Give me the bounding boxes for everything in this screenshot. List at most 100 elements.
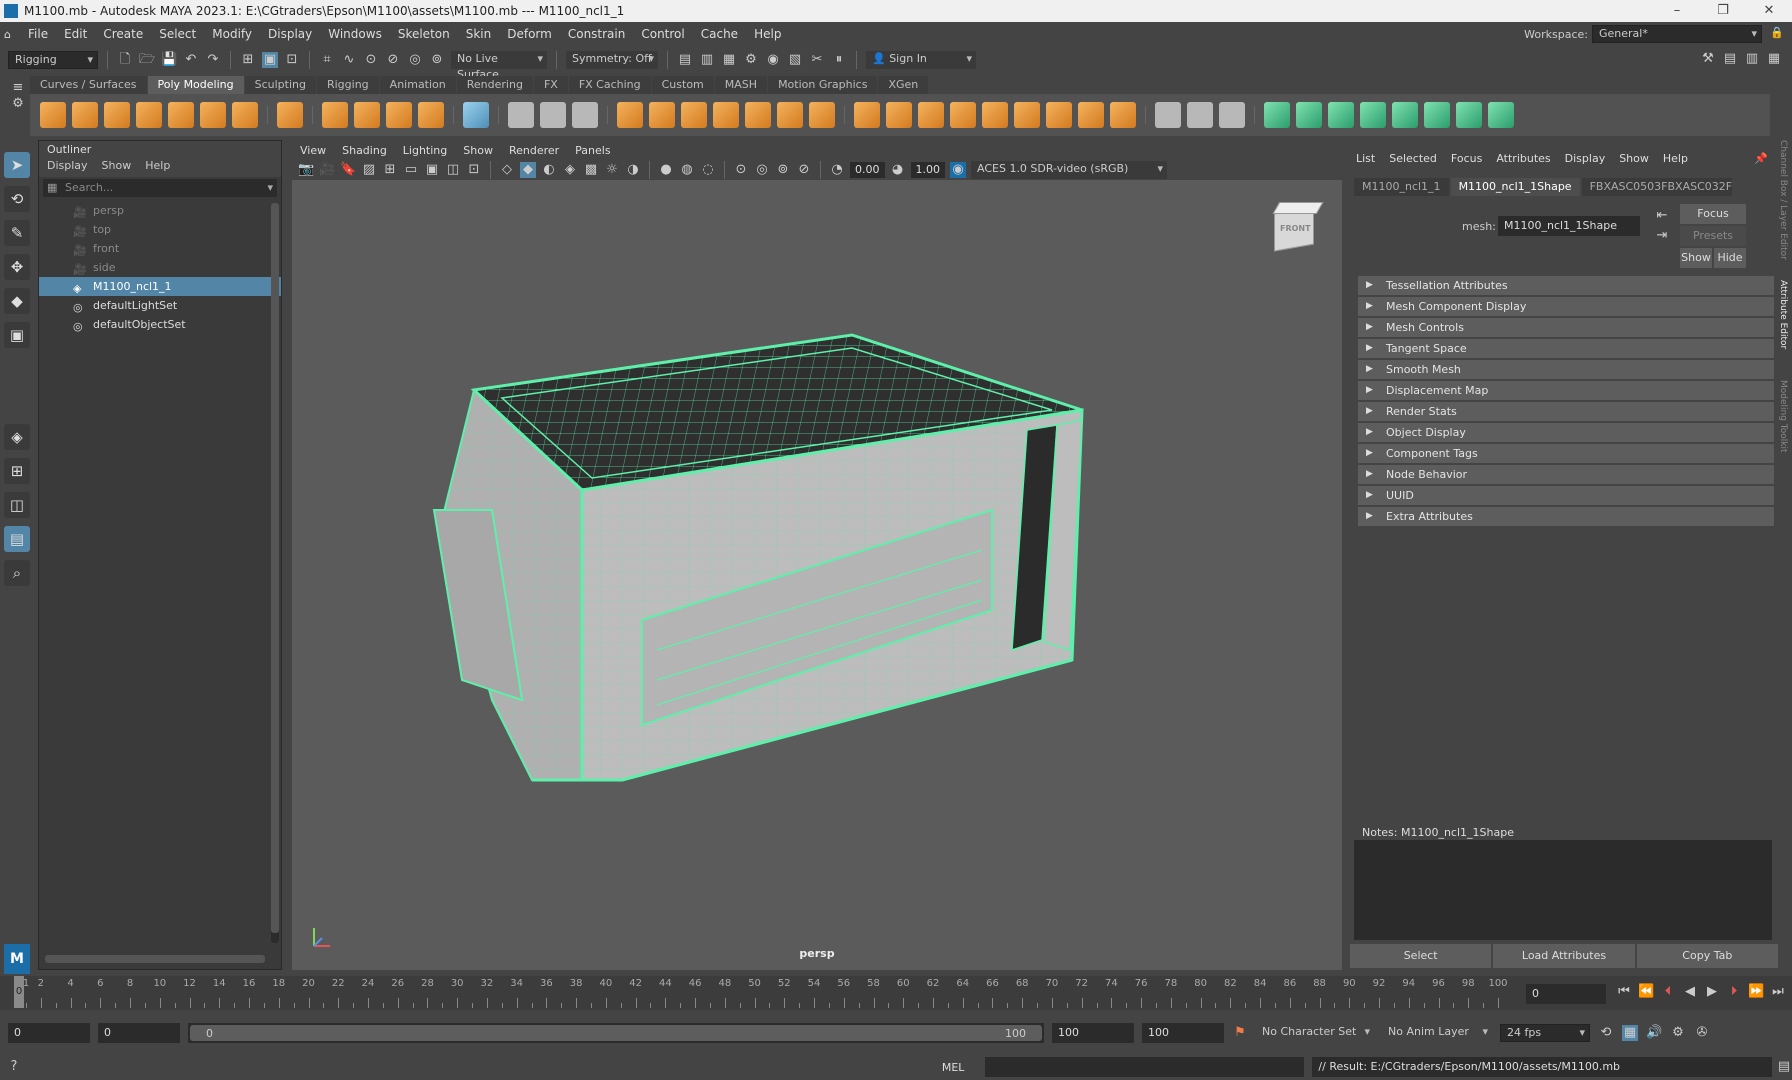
colorspace-dropdown[interactable]: ACES 1.0 SDR-video (sRGB)	[971, 161, 1167, 179]
boolean-intersect-icon[interactable]	[681, 102, 707, 128]
sound-icon[interactable]: 🔊	[1646, 1025, 1662, 1041]
ae-section-render-stats[interactable]: Render Stats	[1358, 402, 1774, 421]
step-forward-icon[interactable]: ⏵	[1726, 984, 1742, 1000]
sign-in-button[interactable]: 👤 Sign In	[866, 51, 976, 69]
poly-sphere-icon[interactable]	[40, 102, 66, 128]
shelf-tab-rendering[interactable]: Rendering	[456, 76, 533, 94]
copy-tab-button[interactable]: Copy Tab	[1636, 944, 1778, 968]
focus-button[interactable]: Focus	[1680, 204, 1746, 224]
ambient-occlusion-icon[interactable]: ●	[658, 162, 674, 178]
snap-grid-icon[interactable]: ⌗	[319, 52, 335, 68]
platonic-solid-icon[interactable]	[277, 102, 303, 128]
shelf-tab-custom[interactable]: Custom	[651, 76, 714, 94]
ae-section-mesh-controls[interactable]: Mesh Controls	[1358, 318, 1774, 337]
render-settings-icon[interactable]: ⚙	[743, 52, 759, 68]
step-forward-key-icon[interactable]: ⏩	[1748, 984, 1764, 1000]
retopo-icon[interactable]	[809, 102, 835, 128]
minimize-button[interactable]: –	[1654, 0, 1700, 22]
auto-key-icon[interactable]: ⚑	[1232, 1025, 1248, 1041]
resolution-gate-icon[interactable]: ▣	[424, 162, 440, 178]
menu-skeleton[interactable]: Skeleton	[390, 27, 458, 41]
select-hierarchy-icon[interactable]: ⊞	[240, 52, 256, 68]
outliner-scrollbar[interactable]	[271, 203, 279, 943]
ae-section-smooth-mesh[interactable]: Smooth Mesh	[1358, 360, 1774, 379]
script-editor-icon[interactable]: ▤	[1776, 1059, 1792, 1075]
two-view-icon[interactable]: ◫	[4, 492, 30, 518]
outliner-item[interactable]: ◎ defaultObjectSet	[39, 315, 281, 334]
viewport-3d[interactable]: FRONT persp	[292, 180, 1342, 970]
viewport-menu-renderer[interactable]: Renderer	[509, 142, 559, 160]
pause-viewport-icon[interactable]: ⏸	[831, 52, 847, 68]
ae-menu-focus[interactable]: Focus	[1451, 150, 1482, 168]
shelf-tab-mash[interactable]: MASH	[714, 76, 768, 94]
shelf-tab-motion-graphics[interactable]: Motion Graphics	[768, 76, 878, 94]
symmetry-dropdown[interactable]: Symmetry: Off	[566, 51, 658, 69]
viewport-menu-view[interactable]: View	[300, 142, 326, 160]
script-language-label[interactable]: MEL	[942, 1061, 986, 1074]
viewport-menu-panels[interactable]: Panels	[575, 142, 610, 160]
gate-mask-icon[interactable]: ◫	[445, 162, 461, 178]
shadows-icon[interactable]: ◑	[625, 162, 641, 178]
ae-tab[interactable]: FBXASC0503FBXASC032FBXASC045FE	[1581, 178, 1732, 196]
lasso-tool-icon[interactable]: ⟲	[4, 186, 30, 212]
merge-icon[interactable]	[1110, 102, 1136, 128]
shelf-tab-xgen[interactable]: XGen	[878, 76, 929, 94]
snap-curve-icon[interactable]: ∿	[341, 52, 357, 68]
step-back-key-icon[interactable]: ⏪	[1638, 984, 1654, 1000]
boolean-diff-icon[interactable]	[649, 102, 675, 128]
conform-icon[interactable]	[1360, 102, 1386, 128]
outliner-item[interactable]: ◎ defaultLightSet	[39, 296, 281, 315]
range-inner-start-field[interactable]: 0	[98, 1023, 180, 1043]
render-setup-icon[interactable]: ▧	[787, 52, 803, 68]
play-back-icon[interactable]: ◀	[1682, 984, 1698, 1000]
snap-live-icon[interactable]: ⊚	[429, 52, 445, 68]
command-input[interactable]	[985, 1057, 1305, 1077]
shelf-tab-animation[interactable]: Animation	[379, 76, 456, 94]
menu-edit[interactable]: Edit	[56, 27, 95, 41]
menu-help[interactable]: Help	[746, 27, 789, 41]
shelf-tab-rigging[interactable]: Rigging	[316, 76, 379, 94]
outliner-item[interactable]: 🎥 side	[39, 258, 281, 277]
wireframe-icon[interactable]: ◇	[499, 162, 515, 178]
smooth-shade-icon[interactable]: ◆	[520, 162, 536, 178]
smooth-icon[interactable]	[572, 102, 598, 128]
go-to-start-icon[interactable]: ⏮	[1616, 984, 1632, 1000]
search-filter-icon[interactable]: ▦	[47, 179, 57, 197]
ae-section-uuid[interactable]: UUID	[1358, 486, 1774, 505]
outliner-hscrollbar[interactable]	[45, 955, 265, 963]
svg-tool-icon[interactable]	[418, 102, 444, 128]
poke-icon[interactable]	[1014, 102, 1040, 128]
extrude-icon[interactable]	[854, 102, 880, 128]
field-chart-icon[interactable]: ⊡	[466, 162, 482, 178]
move-tool-icon[interactable]: ✥	[4, 254, 30, 280]
step-back-icon[interactable]: ⏴	[1660, 984, 1676, 1000]
loop-icon[interactable]: ⟲	[1598, 1025, 1614, 1041]
undo-icon[interactable]: ↶	[183, 52, 199, 68]
transfer-icon[interactable]	[1456, 102, 1482, 128]
outliner-layout-icon[interactable]: ▤	[4, 526, 30, 552]
show-button[interactable]: Show	[1680, 248, 1712, 268]
anim-layer-dropdown[interactable]: No Anim Layer	[1382, 1024, 1492, 1042]
camera-attributes-icon[interactable]: 🎥	[319, 162, 335, 178]
attribute-editor-tab[interactable]: Attribute Editor	[1778, 280, 1788, 380]
color-management-icon[interactable]: ◉	[950, 162, 966, 178]
soften-edge-icon[interactable]	[1264, 102, 1290, 128]
snap-surface-icon[interactable]: ◎	[407, 52, 423, 68]
notes-field[interactable]	[1354, 840, 1772, 940]
camera-select-icon[interactable]: 📷	[298, 162, 314, 178]
shelf-tab-curves-surfaces[interactable]: Curves / Surfaces	[30, 76, 147, 94]
ae-menu-show[interactable]: Show	[1619, 150, 1649, 168]
shelf-menu-icon[interactable]: ≡	[10, 80, 26, 96]
maximize-button[interactable]: ❐	[1700, 0, 1746, 22]
type-tool-icon[interactable]	[386, 102, 412, 128]
poly-cone-icon[interactable]	[136, 102, 162, 128]
chevron-down-icon[interactable]: ▾	[267, 179, 273, 197]
live-surface-dropdown[interactable]: No Live Surface	[451, 51, 547, 81]
mesh-name-field[interactable]: M1100_ncl1_1Shape	[1498, 216, 1640, 236]
lock-icon[interactable]: 🔒	[1770, 26, 1784, 39]
range-slider[interactable]: 0 100	[188, 1023, 1044, 1043]
fill-hole-icon[interactable]	[950, 102, 976, 128]
motion-blur-icon[interactable]: ◍	[679, 162, 695, 178]
lights-icon[interactable]: ☼	[604, 162, 620, 178]
menu-constrain[interactable]: Constrain	[560, 27, 634, 41]
